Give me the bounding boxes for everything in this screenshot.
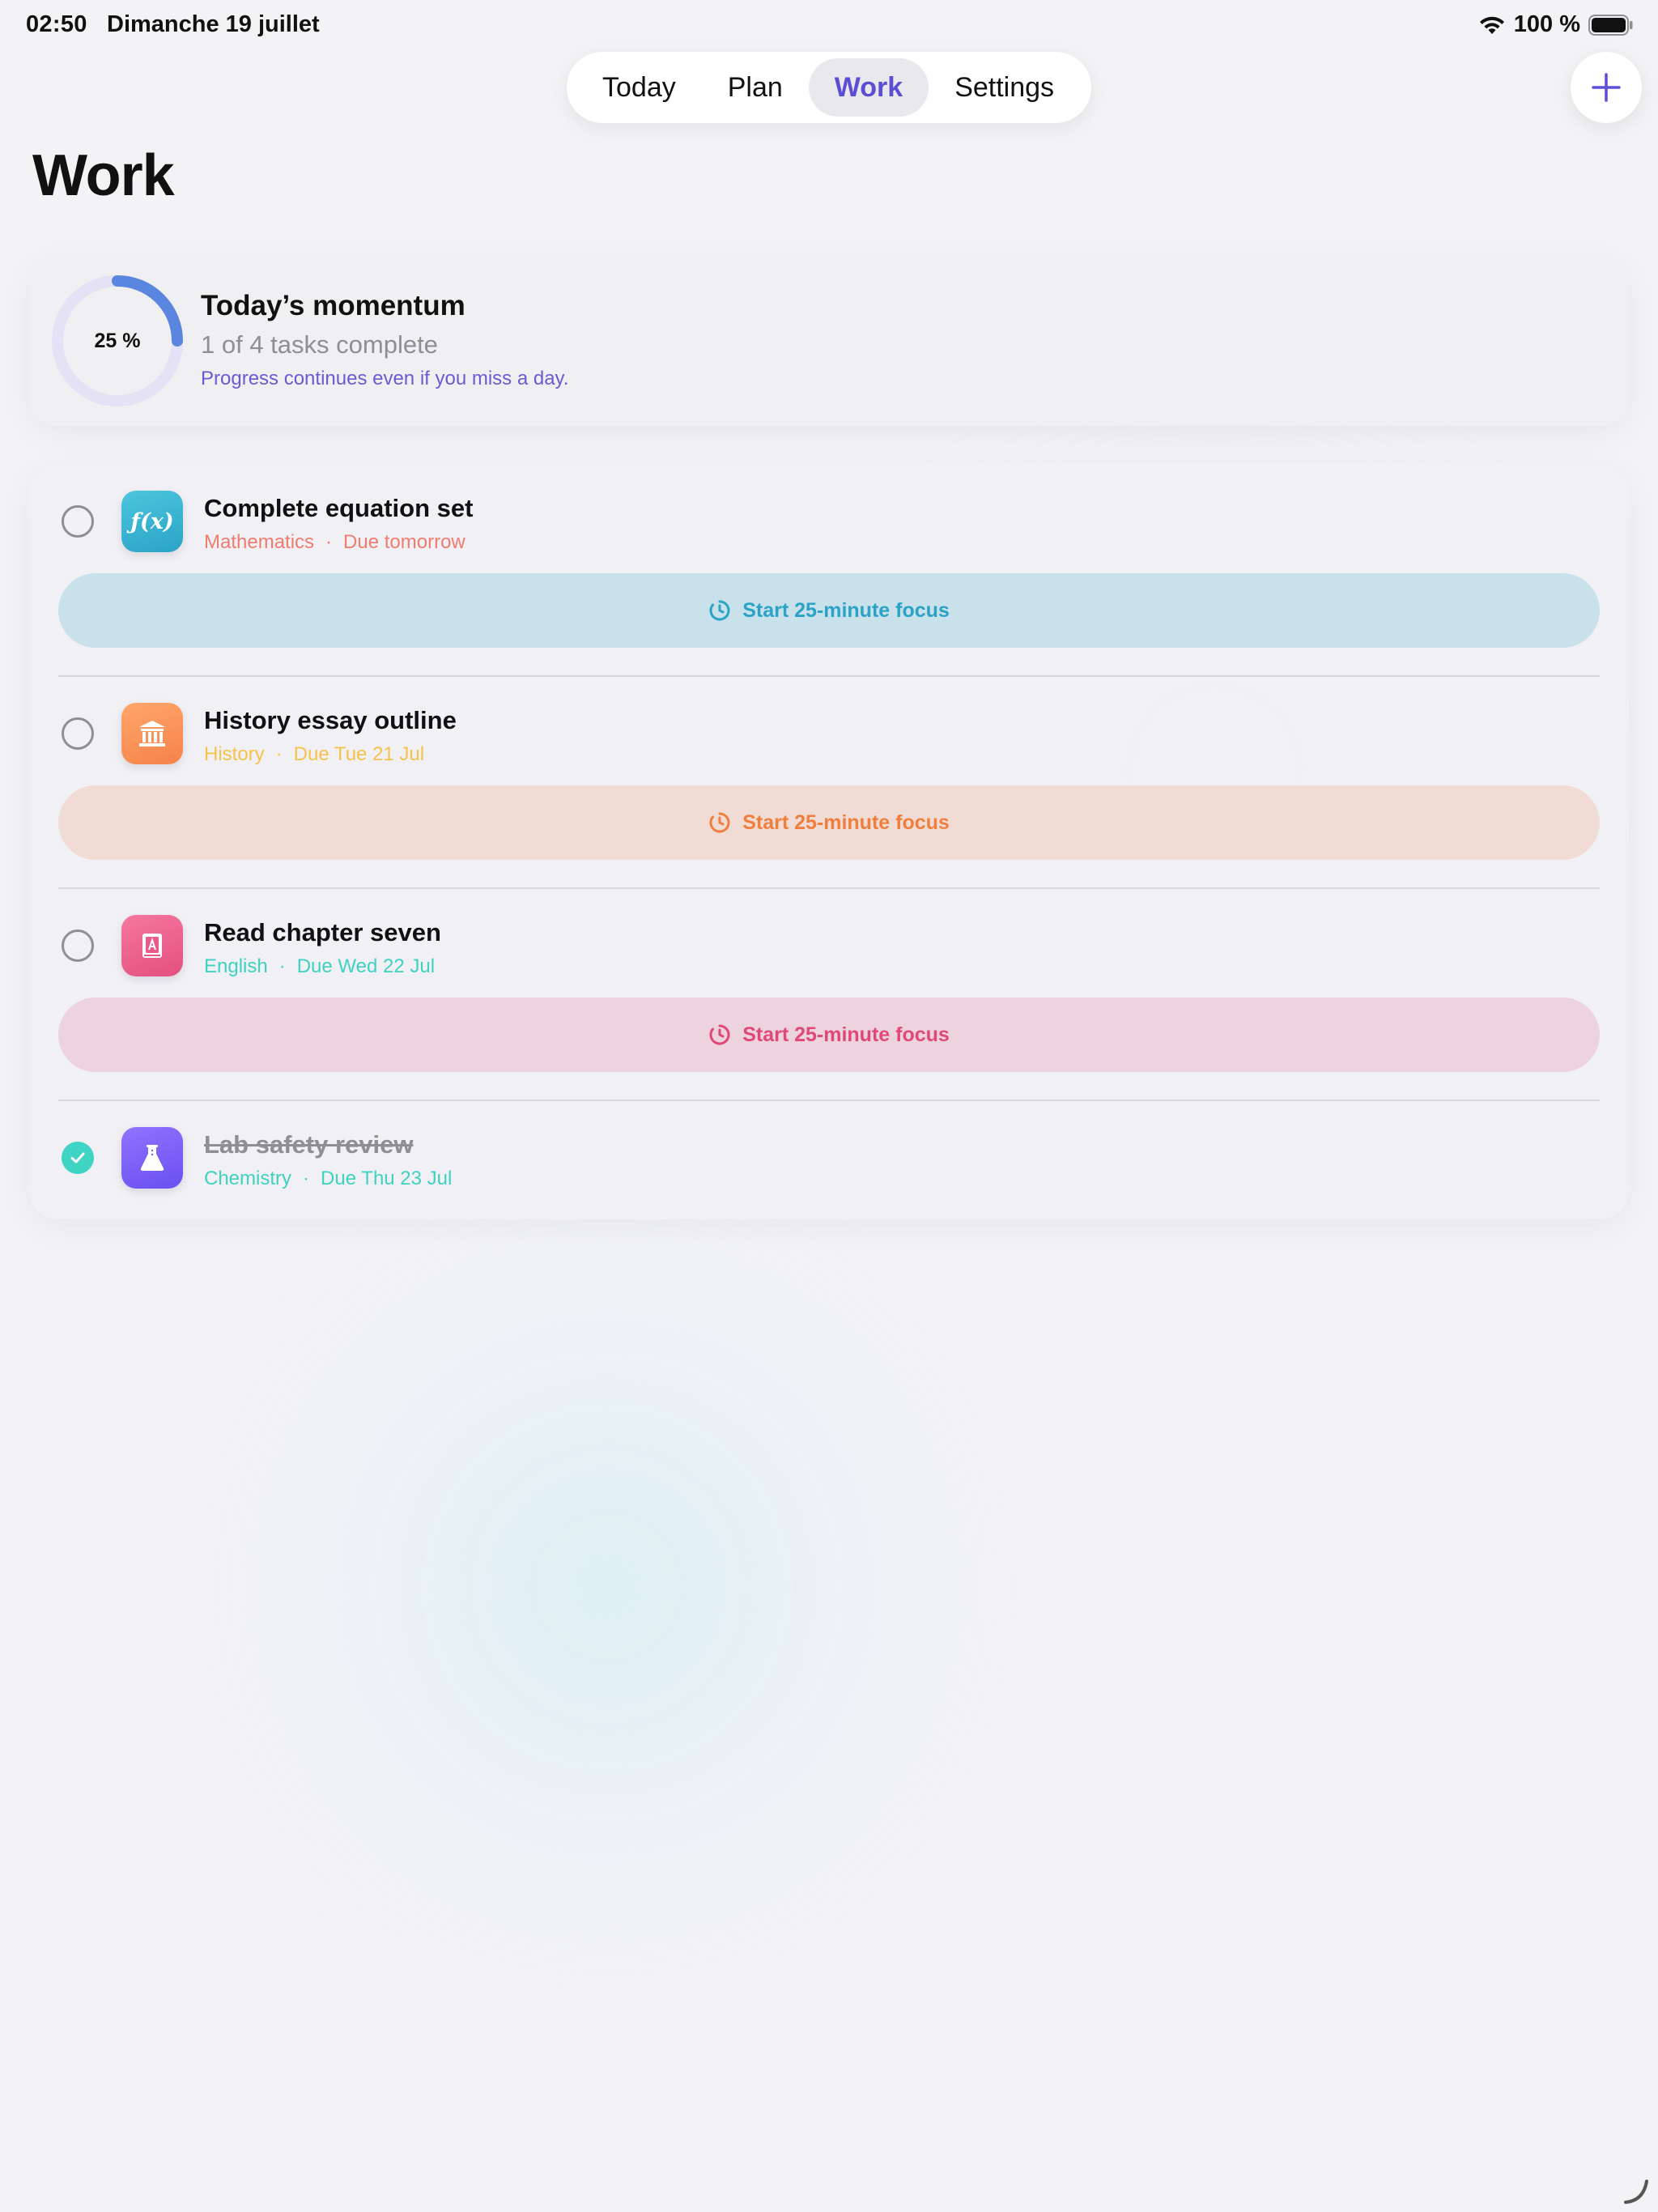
- start-focus-label: Start 25-minute focus: [742, 1023, 950, 1046]
- battery-icon: [1588, 14, 1634, 36]
- battery-percent: 100 %: [1513, 11, 1580, 37]
- divider: [58, 1100, 1600, 1101]
- momentum-note: Progress continues even if you miss a da…: [201, 368, 569, 389]
- task-subject-icon-tile: ƒ(x): [121, 491, 183, 552]
- start-focus-label: Start 25-minute focus: [742, 598, 950, 622]
- task-subject-icon-tile: [121, 703, 183, 764]
- separator-dot: ·: [325, 531, 333, 553]
- divider: [58, 675, 1600, 677]
- task-subject-icon-tile: [121, 915, 183, 976]
- add-task-button[interactable]: [1571, 52, 1642, 123]
- status-right: 100 %: [1478, 11, 1634, 38]
- page-title: Work: [32, 143, 175, 208]
- main-tab-bar: Today Plan Work Settings: [567, 52, 1091, 123]
- task-due: Due Thu 23 Jul: [321, 1168, 453, 1189]
- plus-icon: [1592, 73, 1621, 102]
- task-due: Due tomorrow: [343, 531, 466, 553]
- timer-icon: [709, 812, 730, 833]
- book-icon: [142, 934, 162, 958]
- task-meta: Chemistry · Due Thu 23 Jul: [204, 1168, 452, 1190]
- task-title: Read chapter seven: [204, 918, 441, 946]
- separator-dot: ·: [278, 955, 286, 977]
- task-title: History essay outline: [204, 706, 457, 734]
- progress-percent: 25 %: [94, 329, 141, 352]
- task-checkbox[interactable]: [62, 505, 94, 538]
- task-subject: History: [204, 743, 265, 765]
- start-focus-label: Start 25-minute focus: [742, 810, 950, 834]
- momentum-subtitle: 1 of 4 tasks complete: [201, 330, 438, 359]
- timer-icon: [709, 600, 730, 621]
- task-checkbox[interactable]: [62, 929, 94, 962]
- task-checkbox-checked[interactable]: [62, 1142, 94, 1174]
- status-date: Dimanche 19 juillet: [107, 11, 320, 37]
- start-focus-button[interactable]: Start 25-minute focus: [58, 573, 1600, 648]
- task-subject: English: [204, 955, 268, 977]
- task-subject: Chemistry: [204, 1168, 292, 1189]
- background-glow: [243, 1263, 971, 1911]
- timer-icon: [709, 1024, 730, 1045]
- separator-dot: ·: [303, 1168, 310, 1189]
- separator-dot: ·: [275, 743, 283, 765]
- resize-handle-icon[interactable]: [1619, 2173, 1652, 2206]
- status-bar: 02:50 Dimanche 19 juillet 100 %: [0, 0, 1658, 52]
- tab-work[interactable]: Work: [808, 58, 929, 117]
- task-due: Due Wed 22 Jul: [296, 955, 436, 977]
- museum-icon: [139, 721, 165, 747]
- task-subject-icon-tile: [121, 1127, 183, 1189]
- tab-settings[interactable]: Settings: [929, 58, 1080, 117]
- start-focus-button[interactable]: Start 25-minute focus: [58, 998, 1600, 1072]
- wifi-icon: [1478, 15, 1506, 36]
- task-title: Complete equation set: [204, 494, 474, 522]
- tab-plan[interactable]: Plan: [702, 58, 809, 117]
- task-meta: Mathematics · Due tomorrow: [204, 531, 466, 554]
- momentum-title: Today’s momentum: [201, 290, 466, 321]
- function-icon: ƒ(x): [130, 508, 174, 534]
- start-focus-button[interactable]: Start 25-minute focus: [58, 785, 1600, 860]
- flask-icon: [140, 1145, 164, 1171]
- task-subject: Mathematics: [204, 531, 315, 553]
- checkmark-icon: [70, 1152, 85, 1163]
- momentum-card: 25 % Today’s momentum 1 of 4 tasks compl…: [29, 256, 1629, 426]
- task-list: ƒ(x) Complete equation set Mathematics · D…: [29, 463, 1629, 1219]
- task-meta: English · Due Wed 22 Jul: [204, 955, 435, 978]
- status-time: 02:50: [26, 11, 87, 37]
- task-meta: History · Due Tue 21 Jul: [204, 743, 424, 766]
- tab-today[interactable]: Today: [576, 58, 702, 117]
- task-title: Lab safety review: [204, 1130, 414, 1159]
- divider: [58, 887, 1600, 889]
- task-due: Due Tue 21 Jul: [293, 743, 425, 765]
- task-checkbox[interactable]: [62, 717, 94, 750]
